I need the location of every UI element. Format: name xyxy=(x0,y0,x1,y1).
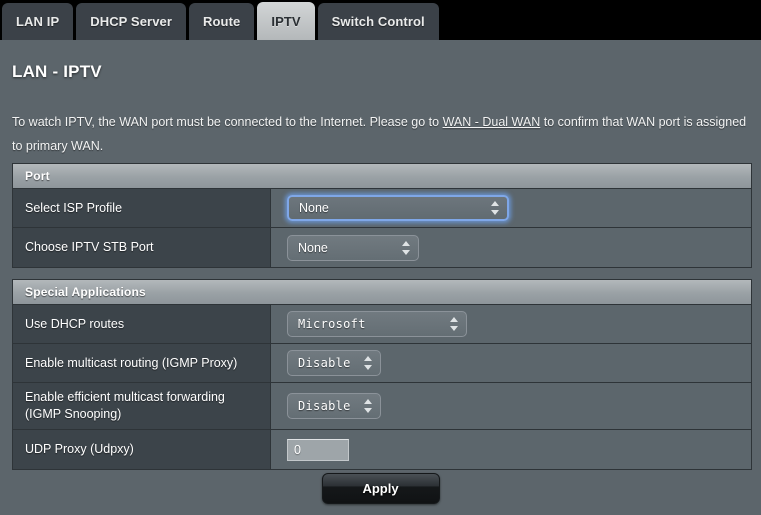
page-description: To watch IPTV, the WAN port must be conn… xyxy=(12,110,748,158)
row-label-use-dhcp-routes: Use DHCP routes xyxy=(13,305,271,343)
apply-button[interactable]: Apply xyxy=(321,473,440,504)
select-value-use-dhcp-routes: Microsoft xyxy=(298,317,366,331)
select-value-enable-efficient-multicast-forwarding-igmp-snooping: Disable xyxy=(298,399,351,413)
stepper-arrows-icon xyxy=(491,200,500,216)
row-label-choose-iptv-stb-port: Choose IPTV STB Port xyxy=(13,228,271,267)
settings-row: Choose IPTV STB Port None xyxy=(13,228,751,267)
settings-row: Use DHCP routes Microsoft xyxy=(13,305,751,344)
select-value-select-isp-profile: None xyxy=(299,201,329,215)
settings-row: Enable multicast routing (IGMP Proxy) Dis… xyxy=(13,344,751,383)
row-value-enable-multicast-routing-igmp-proxy: Disable xyxy=(271,344,751,382)
page-title: LAN - IPTV xyxy=(12,62,102,81)
select-use-dhcp-routes[interactable]: Microsoft xyxy=(287,311,467,337)
select-value-choose-iptv-stb-port: None xyxy=(298,240,328,255)
row-value-select-isp-profile: None xyxy=(271,189,751,227)
select-enable-multicast-routing-igmp-proxy[interactable]: Disable xyxy=(287,350,381,376)
row-label-udp-proxy-udpxy: UDP Proxy (Udpxy) xyxy=(13,430,271,469)
row-label-select-isp-profile: Select ISP Profile xyxy=(13,189,271,227)
row-label-enable-multicast-routing-igmp-proxy: Enable multicast routing (IGMP Proxy) xyxy=(13,344,271,382)
settings-row: UDP Proxy (Udpxy) xyxy=(13,430,751,469)
tab-switch-control[interactable]: Switch Control xyxy=(317,3,439,40)
stepper-arrows-icon xyxy=(450,316,459,332)
row-value-choose-iptv-stb-port: None xyxy=(271,228,751,267)
port-settings-panel: Port Select ISP Profile None Choose IPTV ST… xyxy=(12,163,752,268)
stepper-arrows-icon xyxy=(402,240,411,256)
section-header-special-applications: Special Applications xyxy=(13,280,751,305)
tab-route[interactable]: Route xyxy=(189,3,255,40)
row-value-use-dhcp-routes: Microsoft xyxy=(271,305,751,343)
section-header-port: Port xyxy=(13,164,751,189)
select-enable-efficient-multicast-forwarding-igmp-snooping[interactable]: Disable xyxy=(287,393,381,419)
row-value-udp-proxy-udpxy xyxy=(271,430,751,469)
footer-actions: Apply xyxy=(0,473,761,504)
settings-row: Select ISP Profile None xyxy=(13,189,751,228)
description-text-before: To watch IPTV, the WAN port must be conn… xyxy=(12,115,443,129)
settings-row: Enable efficient multicast forwarding (I… xyxy=(13,383,751,430)
tab-bar: LAN IP DHCP Server Route IPTV Switch Control xyxy=(0,0,761,40)
tab-iptv[interactable]: IPTV xyxy=(257,2,315,40)
select-value-enable-multicast-routing-igmp-proxy: Disable xyxy=(298,356,351,370)
wan-dual-wan-link[interactable]: WAN - Dual WAN xyxy=(443,115,541,129)
stepper-arrows-icon xyxy=(364,355,373,371)
iptv-settings-page: LAN IP DHCP Server Route IPTV Switch Control… xyxy=(0,0,761,515)
select-choose-iptv-stb-port[interactable]: None xyxy=(287,234,419,261)
row-value-enable-efficient-multicast-forwarding-igmp-snooping: Disable xyxy=(271,383,751,429)
input-udp-proxy-udpxy[interactable] xyxy=(287,438,349,461)
tab-lan-ip[interactable]: LAN IP xyxy=(2,3,74,40)
tab-dhcp-server[interactable]: DHCP Server xyxy=(76,3,187,40)
special-applications-panel: Special Applications Use DHCP routes Micro… xyxy=(12,279,752,470)
select-select-isp-profile[interactable]: None xyxy=(287,195,509,221)
row-label-enable-efficient-multicast-forwarding-igmp-snooping: Enable efficient multicast forwarding (I… xyxy=(13,383,271,429)
stepper-arrows-icon xyxy=(364,398,373,414)
